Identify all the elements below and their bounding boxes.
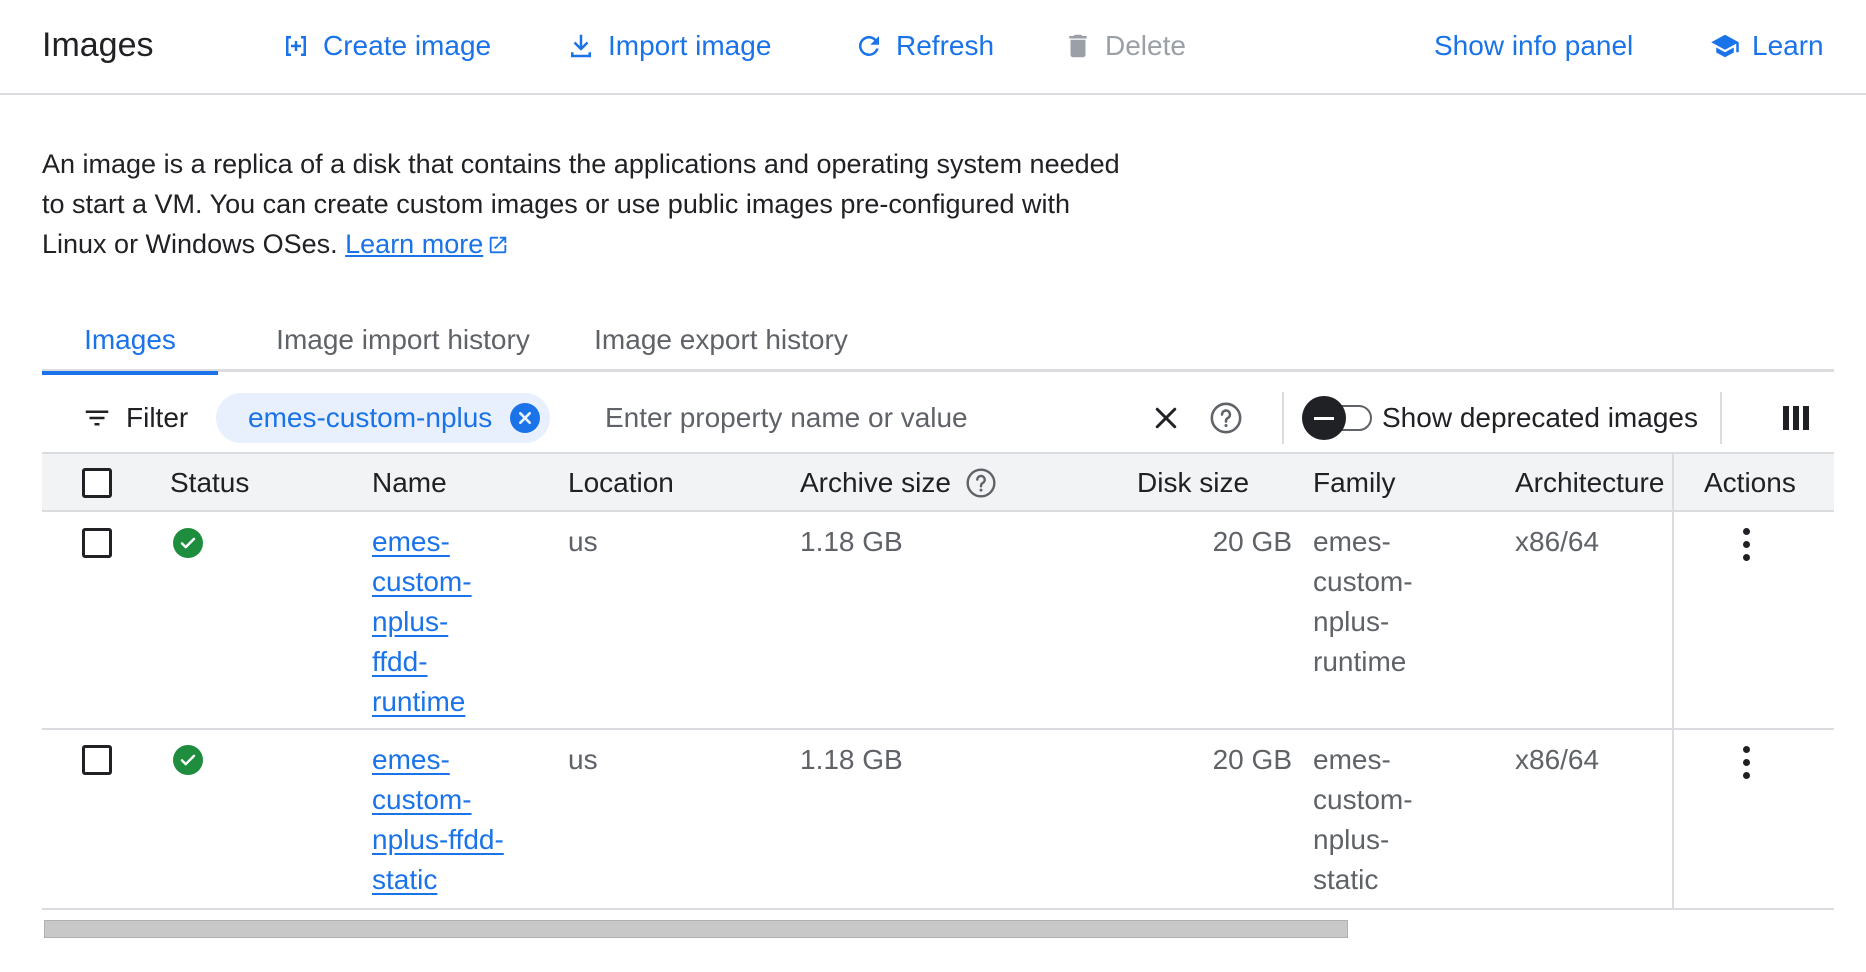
learn-label: Learn [1752,30,1824,61]
page-title: Images [42,26,154,64]
location-cell: us [568,526,598,557]
column-header-name[interactable]: Name [372,454,447,512]
family-cell: emes-custom-nplus-static [1313,744,1413,895]
image-name-link[interactable]: emes-custom-nplus-ffdd-static [372,744,504,895]
import-image-button[interactable]: Import image [566,26,771,66]
delete-button[interactable]: Delete [1063,26,1186,66]
refresh-label: Refresh [896,30,995,61]
image-name-cell: emes-custom-nplus-ffdd-static [372,740,512,900]
toggle-knob [1302,396,1346,440]
location-cell: us [568,744,598,775]
tab-bar: Images Image import history Image export… [42,308,1834,375]
open-in-new-icon [489,236,507,254]
separator [1282,392,1284,444]
status-ok-icon [173,745,203,775]
table-row: emes-custom-nplus-ffdd-runtime us 1.18 G… [42,512,1834,730]
architecture-cell: x86/64 [1515,744,1600,775]
filter-button[interactable]: Filter [82,396,188,440]
filter-chip-label: emes-custom-nplus [248,402,493,433]
row-checkbox[interactable] [82,745,112,775]
archive-size-cell: 1.18 GB [800,744,903,775]
import-image-label: Import image [608,30,772,61]
tab-images[interactable]: Images [42,308,218,375]
download-icon [571,34,591,58]
table-row: emes-custom-nplus-ffdd-static us 1.18 GB… [42,730,1834,910]
create-image-label: Create image [323,30,492,61]
add-box-icon [286,36,306,56]
tab-image-export-history[interactable]: Image export history [576,308,866,372]
create-image-button[interactable]: Create image [281,26,491,66]
column-header-disk-size[interactable]: Disk size [1137,454,1249,512]
more-vert-icon[interactable] [1728,522,1764,566]
filter-bar: Filter emes-custom-nplus Show deprecated… [42,382,1834,454]
row-checkbox[interactable] [82,528,112,558]
intro-description: An image is a replica of a disk that con… [42,149,1120,259]
architecture-cell: x86/64 [1515,526,1600,557]
show-deprecated-label: Show deprecated images [1382,402,1698,433]
help-icon[interactable] [965,467,997,499]
column-header-actions: Actions [1704,467,1796,498]
column-header-location[interactable]: Location [568,454,674,512]
select-all-checkbox[interactable] [82,468,112,498]
table-header: Status Name Location Archive size Disk s… [42,452,1834,512]
archive-size-label: Archive size [800,467,951,498]
refresh-button[interactable]: Refresh [854,26,994,66]
image-name-cell: emes-custom-nplus-ffdd-runtime [372,522,492,722]
column-display-icon[interactable] [1776,398,1816,438]
filter-label: Filter [126,402,189,433]
learn-more-label: Learn more [345,229,484,259]
show-info-panel-label: Show info panel [1434,30,1634,61]
show-info-panel-button[interactable]: Show info panel [1434,26,1633,66]
column-header-archive-size[interactable]: Archive size [800,454,997,512]
refresh-icon [859,35,879,56]
help-icon[interactable] [1206,398,1246,438]
show-deprecated-toggle[interactable] [1302,396,1374,440]
filter-chip: emes-custom-nplus [216,393,551,443]
image-name-link[interactable]: emes-custom-nplus-ffdd-runtime [372,526,472,717]
disk-size-cell: 20 GB [1212,744,1292,775]
more-vert-icon[interactable] [1728,740,1764,784]
filter-input[interactable] [605,395,1105,441]
column-header-status[interactable]: Status [170,454,249,512]
toolbar: Images Create image Import image Refresh… [0,0,1866,95]
column-header-family[interactable]: Family [1313,454,1395,512]
delete-label: Delete [1105,30,1186,61]
filter-list-icon [85,410,109,426]
disk-size-cell: 20 GB [1212,526,1292,557]
tab-image-import-history[interactable]: Image import history [258,308,548,372]
trash-icon [1069,34,1087,58]
status-ok-icon [173,528,203,558]
learn-button[interactable]: Learn [1710,26,1824,66]
archive-size-cell: 1.18 GB [800,526,903,557]
clear-filter-icon[interactable] [1146,398,1186,438]
remove-chip-icon[interactable] [510,403,541,433]
family-cell: emes-custom-nplus-runtime [1313,526,1413,677]
school-icon [1711,34,1739,58]
separator [1720,392,1722,444]
column-header-architecture[interactable]: Architecture [1515,454,1669,512]
horizontal-scrollbar[interactable] [44,920,1348,938]
learn-more-link[interactable]: Learn more [345,229,483,259]
intro-text: An image is a replica of a disk that con… [42,144,1142,264]
